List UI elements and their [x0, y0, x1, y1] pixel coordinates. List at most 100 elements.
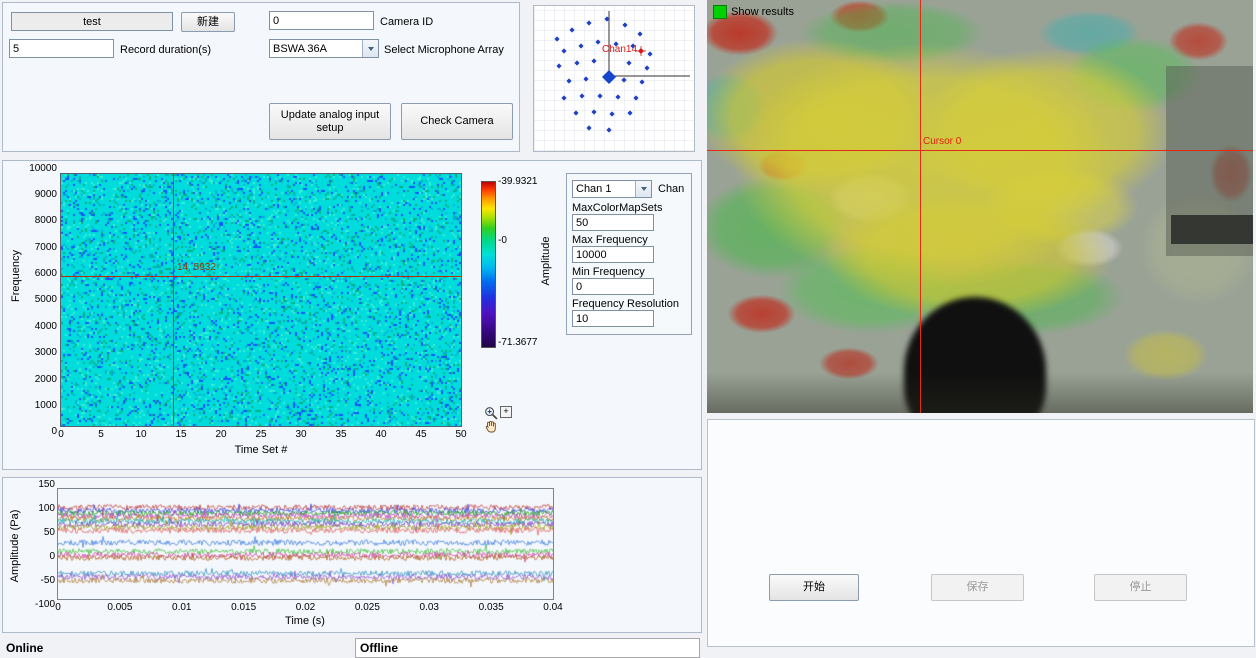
colorbar-mid-label: -0 [498, 235, 507, 246]
max-colormap-field[interactable] [572, 214, 654, 231]
colorbar-min-label: -71.3677 [498, 337, 537, 348]
frequency-resolution-field[interactable] [572, 310, 654, 327]
spectrogram-panel: Frequency 100009000800070006000500040003… [2, 160, 702, 470]
acquisition-panel: 新建 Camera ID Record duration(s) BSWA 36A… [2, 2, 520, 152]
waveform-yticks: 150100500-50-100 [21, 484, 55, 604]
max-colormap-label: MaxColorMapSets [572, 202, 662, 214]
min-frequency-field[interactable] [572, 278, 654, 295]
colorbar-title: Amplitude [540, 226, 552, 296]
mic-point [586, 20, 591, 25]
new-button[interactable]: 新建 [181, 12, 235, 32]
camera-cursor-label: Cursor 0 [923, 136, 961, 147]
pan-hand-icon[interactable] [484, 420, 498, 434]
mic-point [647, 51, 652, 56]
record-duration-label: Record duration(s) [120, 44, 211, 56]
camera-view[interactable]: Cursor 0 Show results [707, 0, 1253, 413]
dark-fixture [1171, 215, 1253, 244]
mic-point [621, 77, 626, 82]
mic-point [644, 65, 649, 70]
mic-point [627, 110, 632, 115]
spectrogram-plot[interactable] [61, 174, 461, 426]
waveform-ylabel: Amplitude (Pa) [9, 501, 21, 591]
microphone-array-value: BSWA 36A [270, 42, 362, 56]
mic-point [637, 31, 642, 36]
mic-point [578, 43, 583, 48]
selected-channel-cross [636, 46, 646, 56]
mic-array-plot[interactable] [534, 6, 692, 149]
microphone-array-label: Select Microphone Array [384, 44, 504, 56]
spectrogram-xticks: 05101520253035404550 [61, 429, 461, 440]
chevron-down-icon [362, 40, 378, 57]
mic-point [639, 79, 644, 84]
record-duration-field[interactable] [9, 39, 114, 58]
show-results-label: Show results [731, 6, 794, 18]
colorbar-max-label: -39.9321 [498, 176, 537, 187]
waveform-xticks: 00.0050.010.0150.020.0250.030.0350.04 [58, 602, 553, 613]
mic-points [554, 16, 652, 132]
mic-point [569, 27, 574, 32]
mic-point [566, 78, 571, 83]
mic-point [597, 93, 602, 98]
mic-point [574, 60, 579, 65]
channel-select[interactable]: Chan 1 [572, 180, 652, 198]
mic-point [615, 94, 620, 99]
spectrogram-yticks: 1000090008000700060005000400030002000100… [19, 168, 57, 432]
spectrogram-settings: Chan 1 Chan MaxColorMapSets Max Frequenc… [566, 173, 692, 335]
mic-point [622, 22, 627, 27]
bottom-shade [707, 372, 1253, 413]
spectrogram-cursor-vline[interactable] [173, 174, 174, 426]
zoom-select-box[interactable]: + [500, 406, 512, 418]
frequency-resolution-label: Frequency Resolution [572, 298, 679, 310]
mic-array-panel: Chan14 [533, 5, 695, 152]
graph-tools: + [484, 406, 512, 420]
mic-point [626, 60, 631, 65]
mic-point [586, 125, 591, 130]
spectrogram-cursor-label: 14, 5932 [177, 262, 216, 273]
mic-point [595, 39, 600, 44]
camera-id-label: Camera ID [380, 16, 433, 28]
waveform-plot[interactable] [58, 489, 553, 599]
offline-status: Offline [355, 638, 700, 658]
spectrogram-frame: 14, 5932 [60, 173, 462, 427]
online-status: Online [6, 641, 43, 655]
channel-select-value: Chan 1 [573, 182, 635, 196]
mic-point [556, 63, 561, 68]
microphone-array-select[interactable]: BSWA 36A [269, 39, 379, 58]
amplitude-colorbar [481, 181, 496, 348]
spectrogram-xlabel: Time Set # [221, 444, 301, 456]
show-results-control[interactable]: Show results [713, 5, 794, 19]
chevron-down-icon [635, 181, 651, 197]
mic-point [561, 95, 566, 100]
mic-point [561, 48, 566, 53]
mic-point [606, 127, 611, 132]
mic-point [591, 109, 596, 114]
actions-panel: 开始 保存 停止 [707, 419, 1255, 647]
start-button[interactable]: 开始 [769, 574, 859, 601]
channel-select-label: Chan [658, 183, 684, 195]
min-frequency-label: Min Frequency [572, 266, 645, 278]
waveform-panel: Amplitude (Pa) 150100500-50-100 00.0050.… [2, 477, 702, 633]
save-button[interactable]: 保存 [931, 574, 1024, 601]
max-frequency-field[interactable] [572, 246, 654, 263]
mic-point [554, 36, 559, 41]
mic-point [609, 111, 614, 116]
mic-point [633, 95, 638, 100]
camera-cursor-vline[interactable] [920, 0, 921, 413]
camera-id-field[interactable] [269, 11, 374, 30]
test-name-field[interactable] [11, 12, 173, 31]
mic-point [591, 58, 596, 63]
mic-channel-cursor-label: Chan14 [602, 44, 637, 55]
zoom-icon[interactable] [484, 406, 498, 420]
camera-cursor-hline[interactable] [707, 150, 1253, 151]
check-camera-button[interactable]: Check Camera [401, 103, 513, 140]
spectrogram-cursor-hline[interactable] [61, 276, 461, 277]
stop-button[interactable]: 停止 [1094, 574, 1187, 601]
waveform-xlabel: Time (s) [265, 615, 345, 627]
show-results-checkbox[interactable] [713, 5, 727, 19]
mic-point [579, 93, 584, 98]
update-analog-input-button[interactable]: Update analog input setup [269, 103, 391, 140]
mic-point [573, 110, 578, 115]
mic-point [583, 76, 588, 81]
waveform-frame [57, 488, 554, 600]
mic-center-marker [602, 70, 616, 84]
